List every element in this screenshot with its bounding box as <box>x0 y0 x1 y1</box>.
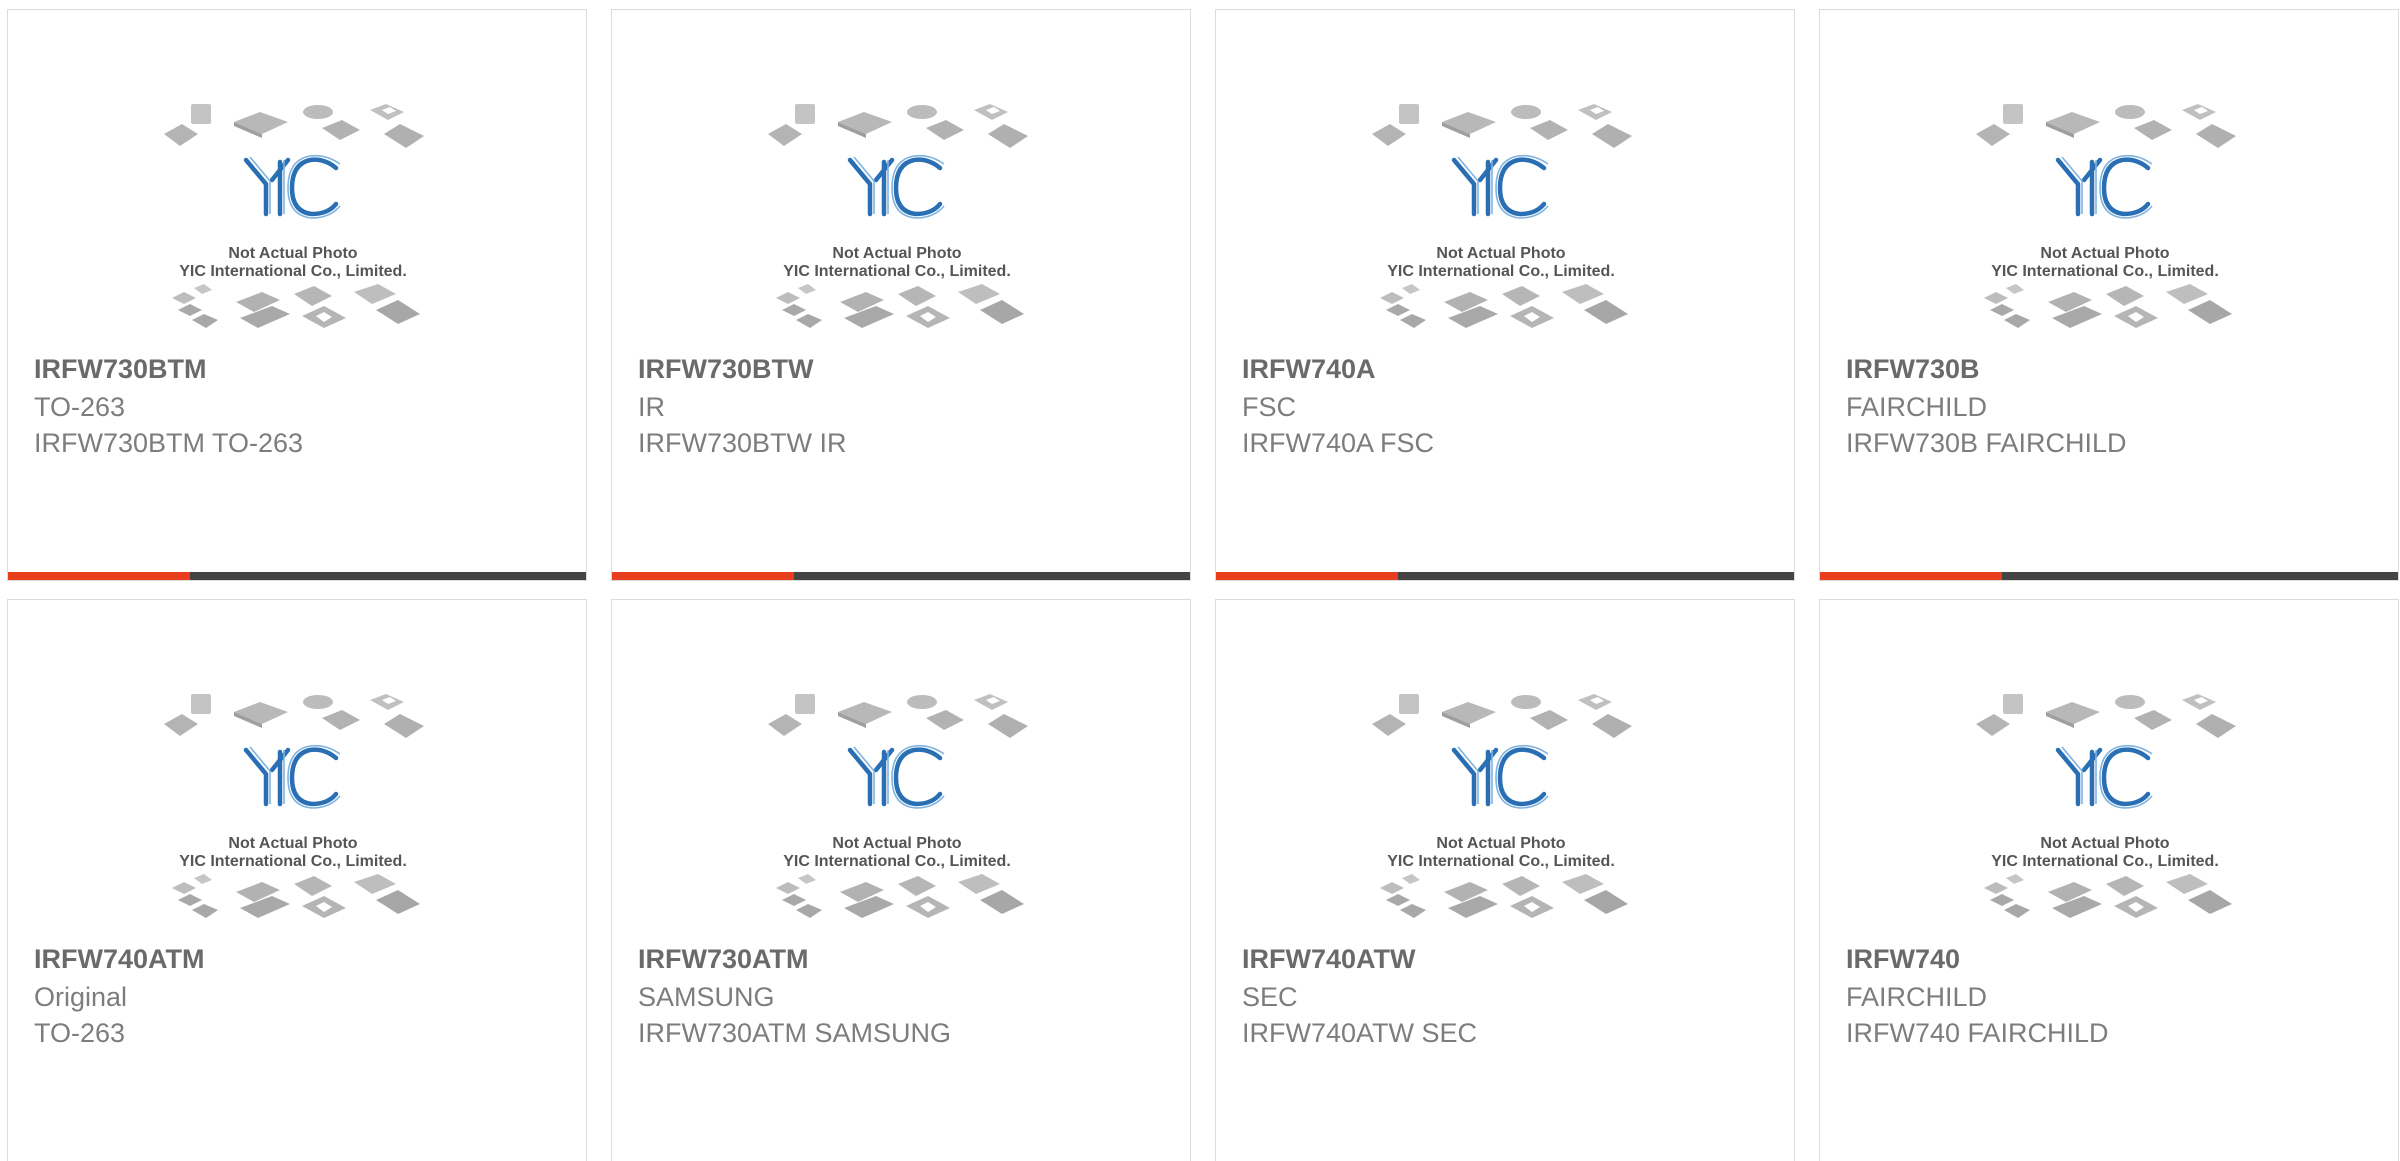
product-card[interactable]: Not Actual Photo YIC International Co., … <box>1215 9 1795 581</box>
product-image: Not Actual Photo YIC International Co., … <box>1976 692 2252 942</box>
product-card[interactable]: Not Actual Photo YIC International Co., … <box>611 599 1191 1161</box>
product-grid: Not Actual Photo YIC International Co., … <box>0 0 2400 1161</box>
part-number[interactable]: IRFW740 <box>1846 944 1960 975</box>
manufacturer: FAIRCHILD <box>1846 982 1988 1012</box>
product-image: Not Actual Photo YIC International Co., … <box>1372 692 1648 942</box>
product-card[interactable]: Not Actual Photo YIC International Co., … <box>1819 9 2399 581</box>
photo-note-line2: YIC International Co., Limited. <box>783 263 1011 280</box>
product-card[interactable]: Not Actual Photo YIC International Co., … <box>1819 599 2399 1161</box>
part-number[interactable]: IRFW730ATM <box>638 944 809 975</box>
photo-note-line2: YIC International Co., Limited. <box>1387 263 1615 280</box>
photo-note-line2: YIC International Co., Limited. <box>783 853 1011 870</box>
photo-note-line1: Not Actual Photo <box>2040 835 2169 852</box>
product-image: Not Actual Photo YIC International Co., … <box>164 692 440 942</box>
photo-note-line1: Not Actual Photo <box>228 835 357 852</box>
manufacturer: FAIRCHILD <box>1846 392 1988 422</box>
photo-note-line2: YIC International Co., Limited. <box>179 853 407 870</box>
photo-note-line1: Not Actual Photo <box>1436 835 1565 852</box>
product-card[interactable]: Not Actual Photo YIC International Co., … <box>1215 599 1795 1161</box>
manufacturer: SAMSUNG <box>638 982 775 1012</box>
part-number[interactable]: IRFW740A <box>1242 354 1376 385</box>
manufacturer: IR <box>638 392 665 422</box>
card-accent-segment <box>1216 572 1398 580</box>
card-accent-segment <box>1820 572 2002 580</box>
card-accent-segment <box>612 572 794 580</box>
part-number[interactable]: IRFW740ATW <box>1242 944 1416 975</box>
photo-note-line1: Not Actual Photo <box>832 835 961 852</box>
product-image: Not Actual Photo YIC International Co., … <box>1976 102 2252 352</box>
photo-note-line2: YIC International Co., Limited. <box>1991 263 2219 280</box>
product-image: Not Actual Photo YIC International Co., … <box>164 102 440 352</box>
description: IRFW730ATM SAMSUNG <box>638 1018 952 1048</box>
product-image: Not Actual Photo YIC International Co., … <box>768 692 1044 942</box>
card-accent-bar <box>8 572 586 580</box>
photo-note-line2: YIC International Co., Limited. <box>1991 853 2219 870</box>
description: IRFW740 FAIRCHILD <box>1846 1018 2109 1048</box>
photo-note-line2: YIC International Co., Limited. <box>1387 853 1615 870</box>
photo-note-line1: Not Actual Photo <box>228 245 357 262</box>
product-image: Not Actual Photo YIC International Co., … <box>1372 102 1648 352</box>
card-accent-bar <box>1820 572 2398 580</box>
photo-note-line2: YIC International Co., Limited. <box>179 263 407 280</box>
product-card[interactable]: Not Actual Photo YIC International Co., … <box>7 9 587 581</box>
part-number[interactable]: IRFW730BTM <box>34 354 207 385</box>
manufacturer: TO-263 <box>34 392 126 422</box>
part-number[interactable]: IRFW730B <box>1846 354 1980 385</box>
card-accent-bar <box>1216 572 1794 580</box>
product-card[interactable]: Not Actual Photo YIC International Co., … <box>7 599 587 1161</box>
description: IRFW730BTM TO-263 <box>34 428 304 458</box>
card-accent-segment <box>8 572 190 580</box>
manufacturer: FSC <box>1242 392 1296 422</box>
product-card[interactable]: Not Actual Photo YIC International Co., … <box>611 9 1191 581</box>
description: IRFW740A FSC <box>1242 428 1435 458</box>
part-number[interactable]: IRFW730BTW <box>638 354 814 385</box>
product-image: Not Actual Photo YIC International Co., … <box>768 102 1044 352</box>
manufacturer: SEC <box>1242 982 1298 1012</box>
photo-note-line1: Not Actual Photo <box>2040 245 2169 262</box>
photo-note-line1: Not Actual Photo <box>1436 245 1565 262</box>
description: IRFW740ATW SEC <box>1242 1018 1478 1048</box>
manufacturer: Original <box>34 982 128 1012</box>
description: TO-263 <box>34 1018 126 1048</box>
card-accent-bar <box>612 572 1190 580</box>
description: IRFW730B FAIRCHILD <box>1846 428 2127 458</box>
photo-note-line1: Not Actual Photo <box>832 245 961 262</box>
description: IRFW730BTW IR <box>638 428 847 458</box>
part-number[interactable]: IRFW740ATM <box>34 944 205 975</box>
